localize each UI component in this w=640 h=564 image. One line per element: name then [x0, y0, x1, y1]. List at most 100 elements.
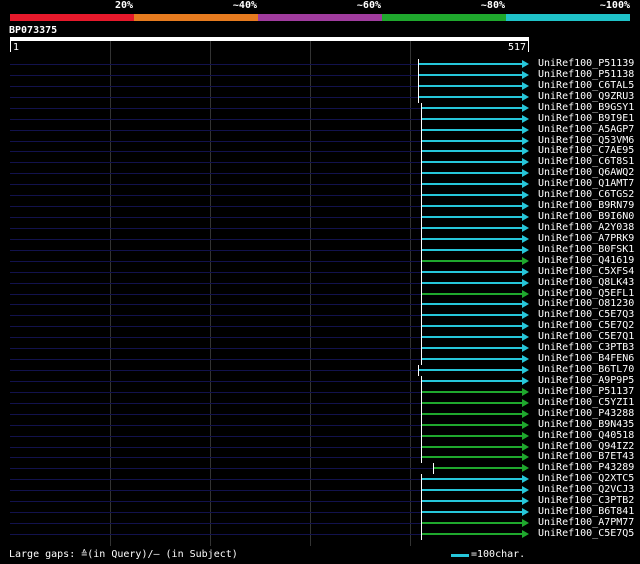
hit-label[interactable]: UniRef100_C5E7Q5 — [538, 529, 634, 539]
hit-label[interactable]: UniRef100_Q40518 — [538, 431, 634, 441]
hit-alignment-bar[interactable] — [422, 260, 522, 262]
hit-alignment-bar[interactable] — [422, 183, 522, 185]
hit-arrow-icon — [522, 246, 529, 254]
scale-label: =100char. — [471, 549, 526, 560]
hit-unaligned-line — [10, 479, 421, 480]
hit-alignment-bar[interactable] — [422, 249, 522, 251]
hit-label[interactable]: UniRef100_Q6AWQ2 — [538, 168, 634, 178]
hit-label[interactable]: UniRef100_C3PTB3 — [538, 343, 634, 353]
hit-alignment-bar[interactable] — [422, 129, 522, 131]
hit-alignment-bar[interactable] — [422, 478, 522, 480]
hit-label[interactable]: UniRef100_A2Y038 — [538, 223, 634, 233]
hit-arrow-icon — [522, 530, 529, 538]
hit-alignment-bar[interactable] — [419, 96, 522, 98]
hit-label[interactable]: UniRef100_Q1AMT7 — [538, 179, 634, 189]
hit-alignment-bar[interactable] — [422, 402, 522, 404]
hit-label[interactable]: UniRef100_B9I6N0 — [538, 212, 634, 222]
legend-color-segment — [382, 14, 506, 21]
hit-unaligned-line — [10, 534, 421, 535]
hit-alignment-bar[interactable] — [422, 511, 522, 513]
hit-alignment-bar[interactable] — [422, 227, 522, 229]
hit-alignment-bar[interactable] — [422, 161, 522, 163]
hit-label[interactable]: UniRef100_B9RN79 — [538, 201, 634, 211]
hit-alignment-bar[interactable] — [422, 522, 522, 524]
hit-label[interactable]: UniRef100_C5E7Q1 — [538, 332, 634, 342]
hit-label[interactable]: UniRef100_P43289 — [538, 463, 634, 473]
hit-label[interactable]: UniRef100_O81230 — [538, 299, 634, 309]
hit-label[interactable]: UniRef100_C3PTB2 — [538, 496, 634, 506]
hit-label[interactable]: UniRef100_C5XFS4 — [538, 267, 634, 277]
hit-label[interactable]: UniRef100_B0FSK1 — [538, 245, 634, 255]
hit-label[interactable]: UniRef100_C5E7Q3 — [538, 310, 634, 320]
hit-label[interactable]: UniRef100_P51137 — [538, 387, 634, 397]
hit-alignment-bar[interactable] — [419, 369, 522, 371]
hit-alignment-bar[interactable] — [422, 216, 522, 218]
hit-alignment-bar[interactable] — [422, 282, 522, 284]
hit-alignment-bar[interactable] — [422, 358, 522, 360]
hit-label[interactable]: UniRef100_P43288 — [538, 409, 634, 419]
hit-label[interactable]: UniRef100_A7PM77 — [538, 518, 634, 528]
hit-alignment-bar[interactable] — [422, 500, 522, 502]
hit-alignment-bar[interactable] — [422, 238, 522, 240]
hit-arrow-icon — [522, 475, 529, 483]
hit-label[interactable]: UniRef100_B4FEN6 — [538, 354, 634, 364]
legend-color-segment — [134, 14, 258, 21]
hit-alignment-bar[interactable] — [422, 489, 522, 491]
hit-label[interactable]: UniRef100_B9N435 — [538, 420, 634, 430]
hit-label[interactable]: UniRef100_P51139 — [538, 59, 634, 69]
hit-label[interactable]: UniRef100_C6TGS2 — [538, 190, 634, 200]
hit-alignment-bar[interactable] — [422, 314, 522, 316]
hit-label[interactable]: UniRef100_C5E7Q2 — [538, 321, 634, 331]
hit-alignment-bar[interactable] — [422, 150, 522, 152]
hit-alignment-bar[interactable] — [422, 172, 522, 174]
hit-alignment-bar[interactable] — [419, 63, 522, 65]
hit-alignment-bar[interactable] — [422, 303, 522, 305]
hit-alignment-bar[interactable] — [434, 467, 522, 469]
hit-label[interactable]: UniRef100_B9GSY1 — [538, 103, 634, 113]
hit-label[interactable]: UniRef100_Q9ZRU3 — [538, 92, 634, 102]
hit-alignment-bar[interactable] — [422, 347, 522, 349]
hit-label[interactable]: UniRef100_B9I9E1 — [538, 114, 634, 124]
hit-alignment-bar[interactable] — [419, 74, 522, 76]
hit-label[interactable]: UniRef100_C5YZI1 — [538, 398, 634, 408]
hit-alignment-bar[interactable] — [422, 118, 522, 120]
hit-arrow-icon — [522, 399, 529, 407]
hit-alignment-bar[interactable] — [422, 205, 522, 207]
hit-label[interactable]: UniRef100_B7ET43 — [538, 452, 634, 462]
hit-alignment-bar[interactable] — [422, 271, 522, 273]
hit-label[interactable]: UniRef100_A7PRK9 — [538, 234, 634, 244]
hit-arrow-icon — [522, 257, 529, 265]
hit-label[interactable]: UniRef100_Q41619 — [538, 256, 634, 266]
hit-label[interactable]: UniRef100_A5AGP7 — [538, 125, 634, 135]
hit-label[interactable]: UniRef100_C7AE95 — [538, 146, 634, 156]
hit-label[interactable]: UniRef100_B6TL70 — [538, 365, 634, 375]
hit-alignment-bar[interactable] — [422, 533, 522, 535]
hit-label[interactable]: UniRef100_Q8LK43 — [538, 278, 634, 288]
hit-alignment-bar[interactable] — [422, 380, 522, 382]
hit-label[interactable]: UniRef100_Q2XTC5 — [538, 474, 634, 484]
hit-alignment-bar[interactable] — [422, 424, 522, 426]
hit-alignment-bar[interactable] — [422, 456, 522, 458]
hit-alignment-bar[interactable] — [422, 325, 522, 327]
hit-alignment-bar[interactable] — [422, 293, 522, 295]
hit-alignment-bar[interactable] — [422, 435, 522, 437]
hit-label[interactable]: UniRef100_C6TAL5 — [538, 81, 634, 91]
legend-label: ~40% — [232, 0, 257, 11]
hit-alignment-bar[interactable] — [422, 107, 522, 109]
hit-unaligned-line — [10, 326, 421, 327]
hit-label[interactable]: UniRef100_B6T841 — [538, 507, 634, 517]
hit-alignment-bar[interactable] — [419, 85, 522, 87]
hit-unaligned-line — [10, 468, 433, 469]
hit-alignment-bar[interactable] — [422, 413, 522, 415]
hit-alignment-bar[interactable] — [422, 391, 522, 393]
hit-label[interactable]: UniRef100_Q2VCJ3 — [538, 485, 634, 495]
hit-label[interactable]: UniRef100_C6T8S1 — [538, 157, 634, 167]
hit-label[interactable]: UniRef100_A9P9P5 — [538, 376, 634, 386]
hit-arrow-icon — [522, 311, 529, 319]
hit-alignment-bar[interactable] — [422, 194, 522, 196]
hit-alignment-bar[interactable] — [422, 140, 522, 142]
hit-alignment-bar[interactable] — [422, 446, 522, 448]
hit-alignment-bar[interactable] — [422, 336, 522, 338]
hit-unaligned-line — [10, 447, 421, 448]
hit-label[interactable]: UniRef100_P51138 — [538, 70, 634, 80]
